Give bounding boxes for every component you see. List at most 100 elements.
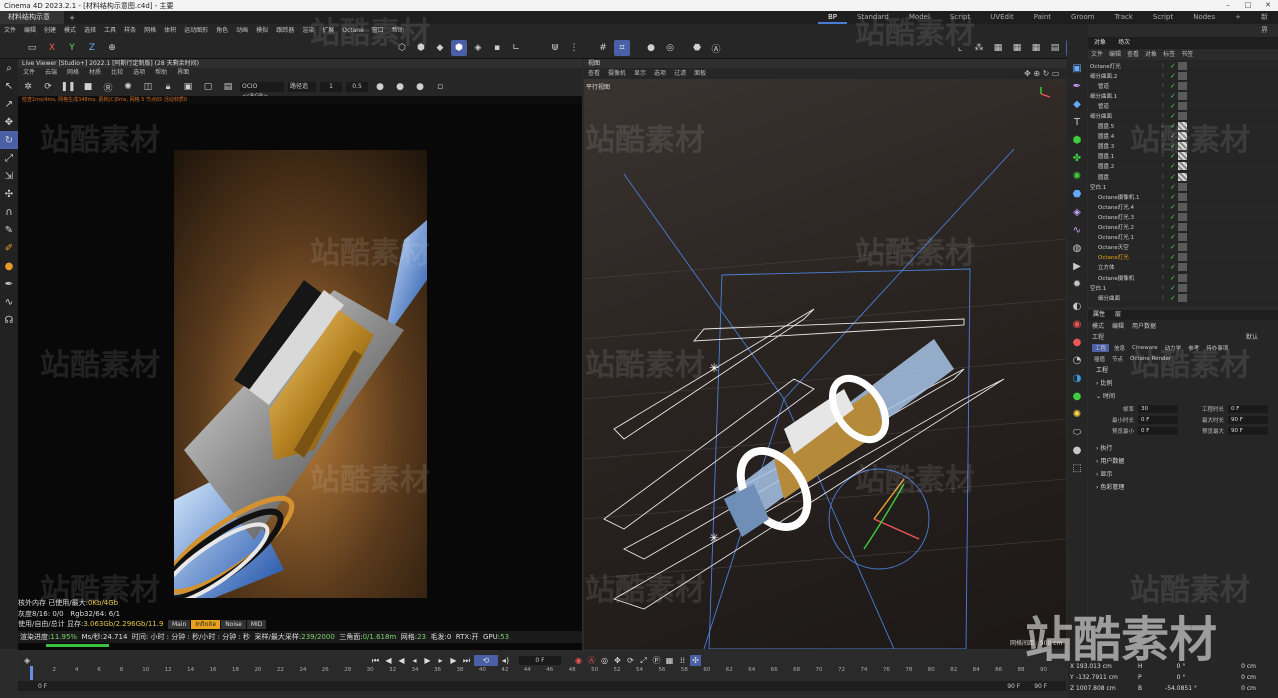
stop-render-icon[interactable]: ■ <box>80 79 96 95</box>
texture-mode-icon[interactable]: ◈ <box>470 40 486 56</box>
attribute-preset[interactable]: 默认 <box>1246 332 1258 341</box>
live-select-icon[interactable]: ↗ <box>0 95 18 113</box>
scale-icon[interactable]: ⤢ <box>0 149 18 167</box>
am-menu-userdata[interactable]: 用户数据 <box>1128 321 1160 330</box>
tab-objects[interactable]: 对象 <box>1088 37 1112 49</box>
object-row[interactable]: Octane灯光 ⁞ ✓ <box>1090 61 1278 72</box>
auto-key-icon[interactable]: Ⓐ <box>586 655 597 666</box>
enabled-check-icon[interactable]: ✓ <box>1170 203 1178 211</box>
om-menu-view[interactable]: 查看 <box>1124 49 1142 60</box>
menu-mograph[interactable]: 运动图形 <box>180 24 212 37</box>
material-tag-icon[interactable] <box>1178 112 1187 121</box>
object-row[interactable]: 细分曲面 ⁞ ✓ <box>1090 111 1278 122</box>
document-tab[interactable]: 材料结构示意图.c4d ✕ <box>0 11 65 34</box>
render-icon[interactable]: ▦ <box>990 40 1006 56</box>
render-region-icon[interactable]: ⌞ <box>952 40 968 56</box>
grid-icon[interactable]: # <box>595 40 611 56</box>
enabled-check-icon[interactable]: ✓ <box>1170 102 1178 110</box>
octane-sky-icon[interactable]: ◑ <box>1067 369 1087 387</box>
menu-extensions[interactable]: 扩展 <box>318 24 338 37</box>
object-row[interactable]: 管道 ⁞ ✓ <box>1090 81 1278 92</box>
visibility-dots-icon[interactable]: ⁞ <box>1162 93 1170 99</box>
preview-min-field[interactable]: 0 F <box>1138 426 1178 435</box>
layout-tab-paint[interactable]: Paint <box>1024 11 1061 24</box>
pos-z-field[interactable]: 1007.808 cm <box>1076 685 1138 692</box>
menu-character[interactable]: 角色 <box>212 24 232 37</box>
object-row[interactable]: Octane天空 ⁞ ✓ <box>1090 243 1278 253</box>
layout-tab-script-2[interactable]: Script <box>1143 11 1183 24</box>
key-rot-icon[interactable]: ⟳ <box>625 655 636 666</box>
enabled-check-icon[interactable]: ✓ <box>1170 263 1178 271</box>
enabled-check-icon[interactable]: ✓ <box>1170 284 1178 292</box>
clay-icon[interactable]: ▣ <box>180 79 196 95</box>
object-row[interactable]: Octane灯光 ⁞ ✓ <box>1090 253 1278 263</box>
key-grid-icon[interactable]: ⁞⁞ <box>677 655 688 666</box>
om-menu-file[interactable]: 文件 <box>1088 49 1106 60</box>
layout-tab-nodes[interactable]: Nodes <box>1183 11 1225 24</box>
lv-menu-help[interactable]: 帮助 <box>150 68 172 78</box>
timeline-ruler[interactable]: 0246810121416182022242628303234363840424… <box>30 667 1050 679</box>
om-menu-edit[interactable]: 编辑 <box>1106 49 1124 60</box>
render-picture-viewer-icon[interactable]: ▦ <box>1009 40 1025 56</box>
visibility-dots-icon[interactable]: ⁞ <box>1162 63 1170 69</box>
material-tag-icon[interactable] <box>1178 273 1187 282</box>
material-tag-icon[interactable] <box>1178 192 1187 201</box>
close-icon[interactable]: ✕ <box>1258 0 1278 11</box>
material-tag-icon[interactable] <box>1178 101 1187 110</box>
next-key-icon[interactable]: ▶ <box>448 655 459 666</box>
material-tag-icon[interactable] <box>1178 233 1187 242</box>
visibility-dots-icon[interactable]: ⁞ <box>1162 153 1170 159</box>
menu-create[interactable]: 创建 <box>40 24 60 37</box>
layout-tab-track[interactable]: Track <box>1105 11 1143 24</box>
tonemap-value-2[interactable]: 0.5 <box>346 82 368 92</box>
material-tag-icon[interactable] <box>1178 182 1187 191</box>
cloner-icon[interactable]: ✤ <box>1067 149 1087 167</box>
spline-pen-icon[interactable]: ✒ <box>1067 77 1087 95</box>
maximize-icon[interactable]: □ <box>1238 0 1258 11</box>
coordinate-system-icon[interactable]: ⊕ <box>104 40 120 56</box>
record-icon[interactable]: ◉ <box>573 655 584 666</box>
lv-menu-material[interactable]: 材质 <box>84 68 106 78</box>
x-axis-button[interactable]: X <box>44 40 60 56</box>
visibility-dots-icon[interactable]: ⁞ <box>1162 113 1170 119</box>
lv-menu-interface[interactable]: 界面 <box>172 68 194 78</box>
range-start[interactable]: 0 F <box>38 683 47 690</box>
enabled-check-icon[interactable]: ✓ <box>1170 92 1178 100</box>
object-row[interactable]: 细分曲面 ⁞ ✓ <box>1090 293 1278 304</box>
object-row[interactable]: 圆盘.4 ⁞ ✓ <box>1090 132 1278 142</box>
lv-menu-mesh[interactable]: 网格 <box>62 68 84 78</box>
undo-icon[interactable]: ▭ <box>24 40 40 56</box>
play-backward-icon[interactable]: ◂ <box>409 655 420 666</box>
lv-menu-options[interactable]: 选项 <box>128 68 150 78</box>
object-row[interactable]: 细分曲面.1 ⁞ ✓ <box>1090 91 1278 102</box>
timeline-marker-icon[interactable]: ◈ <box>24 656 30 665</box>
object-row[interactable]: 圆盘 ⁞ ✓ <box>1090 172 1278 183</box>
lv-menu-cloud[interactable]: 云端 <box>40 68 62 78</box>
subsample-icon[interactable]: ● <box>392 79 408 95</box>
current-frame-field[interactable]: 0 F <box>519 656 561 665</box>
material-tag-icon[interactable] <box>1178 283 1187 292</box>
menu-mode[interactable]: 模式 <box>60 24 80 37</box>
material-tag-icon[interactable] <box>1178 162 1187 171</box>
material-tag-icon[interactable] <box>1178 132 1187 141</box>
knife-icon[interactable]: ✎ <box>0 221 18 239</box>
key-pos-icon[interactable]: ✥ <box>612 655 623 666</box>
object-row[interactable]: 空白.1 ⁞ ✓ <box>1090 283 1278 294</box>
material-tag-icon[interactable] <box>1178 61 1187 70</box>
menu-mesh[interactable]: 网格 <box>140 24 160 37</box>
menu-volume[interactable]: 体积 <box>160 24 180 37</box>
object-row[interactable]: Octane灯光.4 ⁞ ✓ <box>1090 202 1278 213</box>
y-axis-button[interactable]: Y <box>64 40 80 56</box>
pos-y-field[interactable]: -132.7911 cm <box>1076 674 1138 681</box>
size-z-field[interactable]: 0 cm <box>1216 685 1256 692</box>
tab-layers[interactable]: 层 <box>1110 310 1126 320</box>
material-tag-icon[interactable] <box>1178 243 1187 252</box>
material-tag-icon[interactable] <box>1178 212 1187 221</box>
visibility-dots-icon[interactable]: ⁞ <box>1162 204 1170 210</box>
minimize-icon[interactable]: – <box>1218 0 1238 11</box>
cube-icon[interactable]: ▣ <box>1067 59 1087 77</box>
visibility-dots-icon[interactable]: ⁞ <box>1162 123 1170 129</box>
visibility-dots-icon[interactable]: ⁞ <box>1162 174 1170 180</box>
subtab-todo[interactable]: 待办事项 <box>1204 344 1230 352</box>
auto-keyframe-icon[interactable]: Ⓐ <box>708 40 724 56</box>
